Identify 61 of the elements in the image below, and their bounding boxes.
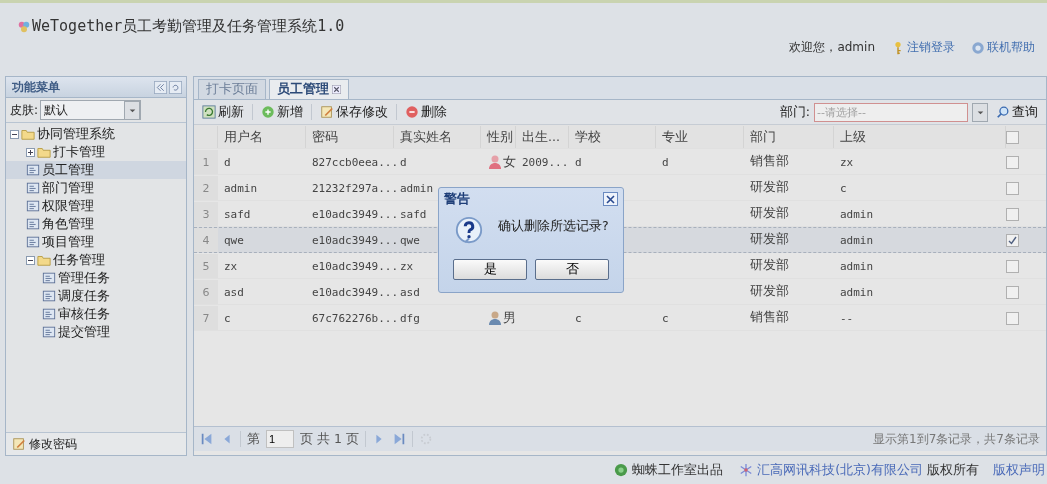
copyright-text: 版权所有 — [927, 461, 979, 479]
page-label: 第 — [247, 430, 260, 448]
table-cell: asd — [224, 285, 244, 299]
table-cell: admin — [224, 181, 258, 195]
table-cell: zx — [840, 155, 854, 169]
row-number: 5 — [194, 254, 218, 278]
row-number: 2 — [194, 176, 218, 200]
table-cell: c — [575, 311, 582, 325]
dialog-message: 确认删除所选记录? — [498, 218, 609, 235]
table-cell: c — [840, 181, 847, 195]
page-total: 页 共 1 页 — [300, 430, 359, 448]
table-cell: 21232f297a... — [312, 181, 399, 195]
row-number: 3 — [194, 202, 218, 226]
skin-label: 皮肤: — [10, 101, 39, 119]
row-number: 6 — [194, 280, 218, 304]
table-cell: e10adc3949... — [312, 259, 399, 273]
table-cell: 销售部 — [750, 153, 789, 170]
record-count: 显示第1到7条记录，共7条记录 — [873, 430, 1040, 448]
dialog-title: 警告 — [444, 190, 470, 208]
dept-label: 部门: — [779, 103, 810, 121]
table-cell: c — [224, 311, 231, 325]
table-cell: 827ccb0eea... — [312, 155, 399, 169]
table-cell: zx — [224, 259, 238, 273]
table-cell: dfg — [400, 311, 420, 325]
row-number: 7 — [194, 306, 218, 330]
table-cell: d — [575, 155, 582, 169]
table-cell: zx — [400, 259, 414, 273]
welcome-text: 欢迎您，admin — [789, 39, 875, 56]
table-cell: admin — [840, 259, 874, 273]
table-cell: 研发部 — [750, 231, 789, 248]
table-cell: d — [400, 155, 407, 169]
panel-title: 功能菜单 — [12, 78, 60, 96]
table-cell: admin — [400, 181, 434, 195]
table-cell: 研发部 — [750, 179, 789, 196]
table-cell: 67c762276b... — [312, 311, 399, 325]
app-title: WeTogether员工考勤管理及任务管理系统1.0 — [32, 17, 345, 36]
table-cell: admin — [840, 207, 874, 221]
table-cell: c — [662, 311, 669, 325]
row-number: 4 — [194, 228, 218, 252]
table-cell: qwe — [224, 233, 244, 247]
table-cell: e10adc3949... — [312, 285, 399, 299]
table-cell: d — [662, 155, 669, 169]
table-cell: safd — [400, 207, 427, 221]
table-cell: 2009... — [522, 155, 569, 169]
row-number: 1 — [194, 150, 218, 174]
table-cell: -- — [840, 311, 854, 325]
table-cell: e10adc3949... — [312, 233, 399, 247]
studio-credit: 蜘蛛工作室出品 — [632, 461, 724, 479]
table-cell: 销售部 — [750, 309, 789, 326]
table-cell: asd — [400, 285, 420, 299]
table-cell: admin — [840, 233, 874, 247]
table-cell: 研发部 — [750, 283, 789, 300]
table-cell: 女 — [503, 153, 516, 171]
table-cell: 男 — [503, 309, 516, 327]
table-cell: 研发部 — [750, 257, 789, 274]
table-cell: qwe — [400, 233, 420, 247]
table-cell: 研发部 — [750, 205, 789, 222]
table-cell: e10adc3949... — [312, 207, 399, 221]
table-cell: d — [224, 155, 231, 169]
table-cell: admin — [840, 285, 874, 299]
table-cell: safd — [224, 207, 251, 221]
